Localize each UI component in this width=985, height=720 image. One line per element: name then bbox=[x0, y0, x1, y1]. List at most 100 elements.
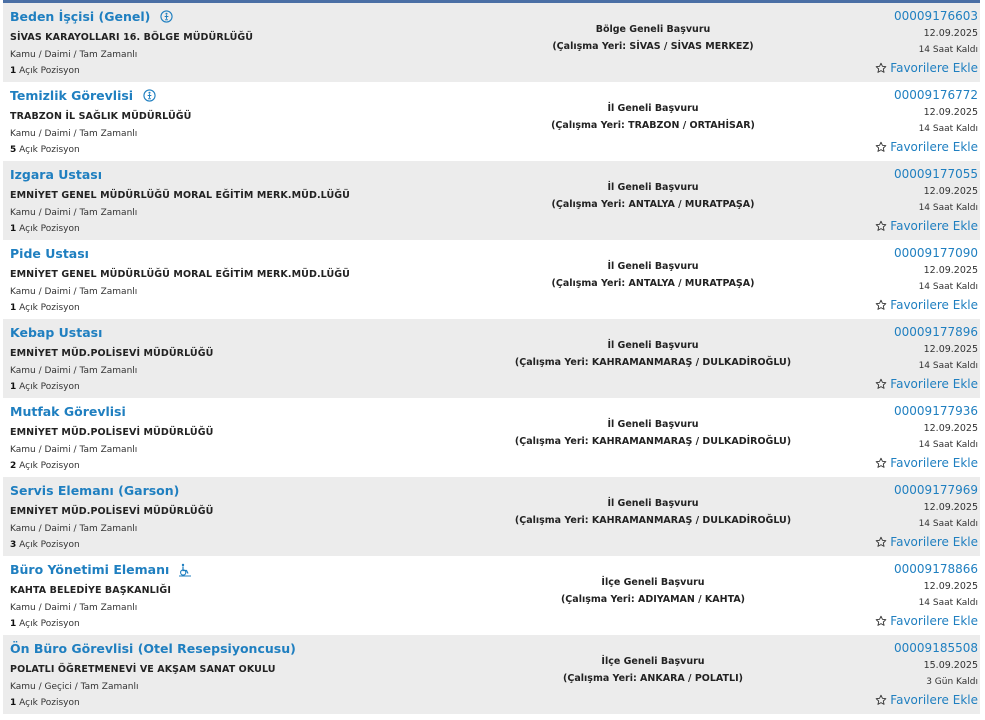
work-location: (Çalışma Yeri: ADIYAMAN / KAHTA) bbox=[560, 594, 746, 605]
job-listing-row[interactable]: Mutfak Görevlisi EMNİYET MÜD.POLİSEVİ MÜ… bbox=[3, 398, 980, 477]
job-title-wrap: Pide Ustası bbox=[10, 246, 89, 261]
add-to-favorites-button[interactable]: Favorilere Ekle bbox=[875, 219, 978, 233]
job-title-link[interactable]: Mutfak Görevlisi bbox=[10, 404, 126, 419]
listing-date: 12.09.2025 bbox=[923, 344, 978, 355]
employer-name: EMNİYET MÜD.POLİSEVİ MÜDÜRLÜĞÜ bbox=[10, 427, 214, 438]
open-positions-label: Açık Pozisyon bbox=[19, 66, 80, 76]
listing-number-link[interactable]: 00009177936 bbox=[894, 404, 978, 418]
employer-name: EMNİYET MÜD.POLİSEVİ MÜDÜRLÜĞÜ bbox=[10, 348, 214, 359]
listing-date: 12.09.2025 bbox=[923, 581, 978, 592]
work-location: (Çalışma Yeri: ANTALYA / MURATPAŞA) bbox=[551, 278, 755, 289]
job-listing-row[interactable]: Temizlik Görevlisi TRABZON İL SAĞLIK MÜD… bbox=[3, 82, 980, 161]
open-positions: 3 Açık Pozisyon bbox=[10, 540, 80, 550]
listing-date: 12.09.2025 bbox=[923, 186, 978, 197]
application-scope: İlçe Geneli Başvuru bbox=[601, 656, 705, 667]
open-positions-count: 2 bbox=[10, 461, 17, 471]
application-scope: İl Geneli Başvuru bbox=[607, 498, 699, 509]
open-positions-label: Açık Pozisyon bbox=[19, 224, 80, 234]
open-positions-count: 1 bbox=[10, 66, 17, 76]
job-title-link[interactable]: Kebap Ustası bbox=[10, 325, 102, 340]
open-positions-count: 5 bbox=[10, 145, 17, 155]
open-positions-label: Açık Pozisyon bbox=[19, 461, 80, 471]
job-listing-row[interactable]: Servis Elemanı (Garson) EMNİYET MÜD.POLİ… bbox=[3, 477, 980, 556]
job-title-wrap: Kebap Ustası bbox=[10, 325, 102, 340]
job-title-link[interactable]: Ön Büro Görevlisi (Otel Resepsiyoncusu) bbox=[10, 641, 296, 656]
add-to-favorites-button[interactable]: Favorilere Ekle bbox=[875, 377, 978, 391]
job-title-link[interactable]: Büro Yönetimi Elemanı bbox=[10, 562, 169, 577]
open-positions-label: Açık Pozisyon bbox=[19, 540, 80, 550]
listing-date: 12.09.2025 bbox=[923, 265, 978, 276]
add-to-favorites-button[interactable]: Favorilere Ekle bbox=[875, 693, 978, 707]
job-listing-row[interactable]: Büro Yönetimi Elemanı KAHTA BELEDİYE BAŞ… bbox=[3, 556, 980, 635]
time-remaining: 14 Saat Kaldı bbox=[918, 598, 978, 608]
employer-name: SİVAS KARAYOLLARI 16. BÖLGE MÜDÜRLÜĞÜ bbox=[10, 32, 254, 43]
star-icon bbox=[875, 378, 887, 389]
listing-number-link[interactable]: 00009177090 bbox=[894, 246, 978, 260]
job-title-wrap: Temizlik Görevlisi bbox=[10, 88, 156, 103]
wheelchair-icon bbox=[178, 563, 192, 577]
work-location: (Çalışma Yeri: ANKARA / POLATLI) bbox=[563, 673, 743, 684]
add-to-favorites-button[interactable]: Favorilere Ekle bbox=[875, 456, 978, 470]
add-to-favorites-button[interactable]: Favorilere Ekle bbox=[875, 61, 978, 75]
star-icon bbox=[875, 615, 887, 626]
job-listing-row[interactable]: Pide Ustası EMNİYET GENEL MÜDÜRLÜĞÜ MORA… bbox=[3, 240, 980, 319]
disability-quota-icon bbox=[142, 89, 156, 103]
employment-type: Kamu / Daimi / Tam Zamanlı bbox=[10, 366, 138, 376]
job-title-link[interactable]: Servis Elemanı (Garson) bbox=[10, 483, 179, 498]
work-location: (Çalışma Yeri: TRABZON / ORTAHİSAR) bbox=[551, 120, 755, 131]
add-to-favorites-button[interactable]: Favorilere Ekle bbox=[875, 614, 978, 628]
listing-number-link[interactable]: 00009177055 bbox=[894, 167, 978, 181]
open-positions-count: 1 bbox=[10, 382, 17, 392]
favorites-label: Favorilere Ekle bbox=[890, 140, 978, 154]
application-scope: İlçe Geneli Başvuru bbox=[601, 577, 705, 588]
listing-number-link[interactable]: 00009177969 bbox=[894, 483, 978, 497]
employment-type: Kamu / Daimi / Tam Zamanlı bbox=[10, 287, 138, 297]
job-title-wrap: Servis Elemanı (Garson) bbox=[10, 483, 179, 498]
job-title-wrap: Izgara Ustası bbox=[10, 167, 102, 182]
job-listing-row[interactable]: Kebap Ustası EMNİYET MÜD.POLİSEVİ MÜDÜRL… bbox=[3, 319, 980, 398]
listing-number-link[interactable]: 00009176772 bbox=[894, 88, 978, 102]
open-positions: 5 Açık Pozisyon bbox=[10, 145, 80, 155]
job-title-link[interactable]: Izgara Ustası bbox=[10, 167, 102, 182]
job-listing-row[interactable]: Beden İşçisi (Genel) SİVAS KARAYOLLARI 1… bbox=[3, 3, 980, 82]
work-location: (Çalışma Yeri: KAHRAMANMARAŞ / DULKADİRO… bbox=[514, 515, 792, 526]
time-remaining: 14 Saat Kaldı bbox=[918, 361, 978, 371]
employment-type: Kamu / Daimi / Tam Zamanlı bbox=[10, 445, 138, 455]
work-location: (Çalışma Yeri: KAHRAMANMARAŞ / DULKADİRO… bbox=[514, 357, 792, 368]
open-positions: 1 Açık Pozisyon bbox=[10, 698, 80, 708]
star-icon bbox=[875, 457, 887, 468]
open-positions: 1 Açık Pozisyon bbox=[10, 66, 80, 76]
listing-number-link[interactable]: 00009185508 bbox=[894, 641, 978, 655]
favorites-label: Favorilere Ekle bbox=[890, 61, 978, 75]
application-scope: İl Geneli Başvuru bbox=[607, 261, 699, 272]
job-title-link[interactable]: Beden İşçisi (Genel) bbox=[10, 9, 150, 24]
time-remaining: 14 Saat Kaldı bbox=[918, 203, 978, 213]
application-scope: İl Geneli Başvuru bbox=[607, 340, 699, 351]
job-title-link[interactable]: Temizlik Görevlisi bbox=[10, 88, 133, 103]
work-location: (Çalışma Yeri: SİVAS / SİVAS MERKEZ) bbox=[552, 41, 754, 52]
favorites-label: Favorilere Ekle bbox=[890, 693, 978, 707]
open-positions-label: Açık Pozisyon bbox=[19, 145, 80, 155]
job-title-wrap: Mutfak Görevlisi bbox=[10, 404, 126, 419]
star-icon bbox=[875, 62, 887, 73]
job-listing-row[interactable]: Ön Büro Görevlisi (Otel Resepsiyoncusu) … bbox=[3, 635, 980, 714]
open-positions-label: Açık Pozisyon bbox=[19, 303, 80, 313]
listing-number-link[interactable]: 00009176603 bbox=[894, 9, 978, 23]
listing-number-link[interactable]: 00009178866 bbox=[894, 562, 978, 576]
application-scope: Bölge Geneli Başvuru bbox=[595, 24, 711, 35]
job-listing-row[interactable]: Izgara Ustası EMNİYET GENEL MÜDÜRLÜĞÜ MO… bbox=[3, 161, 980, 240]
star-icon bbox=[875, 220, 887, 231]
listing-date: 12.09.2025 bbox=[923, 502, 978, 513]
work-location: (Çalışma Yeri: KAHRAMANMARAŞ / DULKADİRO… bbox=[514, 436, 792, 447]
add-to-favorites-button[interactable]: Favorilere Ekle bbox=[875, 140, 978, 154]
job-title-link[interactable]: Pide Ustası bbox=[10, 246, 89, 261]
employment-type: Kamu / Daimi / Tam Zamanlı bbox=[10, 50, 138, 60]
employment-type: Kamu / Daimi / Tam Zamanlı bbox=[10, 603, 138, 613]
employment-type: Kamu / Daimi / Tam Zamanlı bbox=[10, 208, 138, 218]
application-scope: İl Geneli Başvuru bbox=[607, 182, 699, 193]
add-to-favorites-button[interactable]: Favorilere Ekle bbox=[875, 535, 978, 549]
application-scope: İl Geneli Başvuru bbox=[607, 419, 699, 430]
add-to-favorites-button[interactable]: Favorilere Ekle bbox=[875, 298, 978, 312]
listing-number-link[interactable]: 00009177896 bbox=[894, 325, 978, 339]
star-icon bbox=[875, 694, 887, 705]
